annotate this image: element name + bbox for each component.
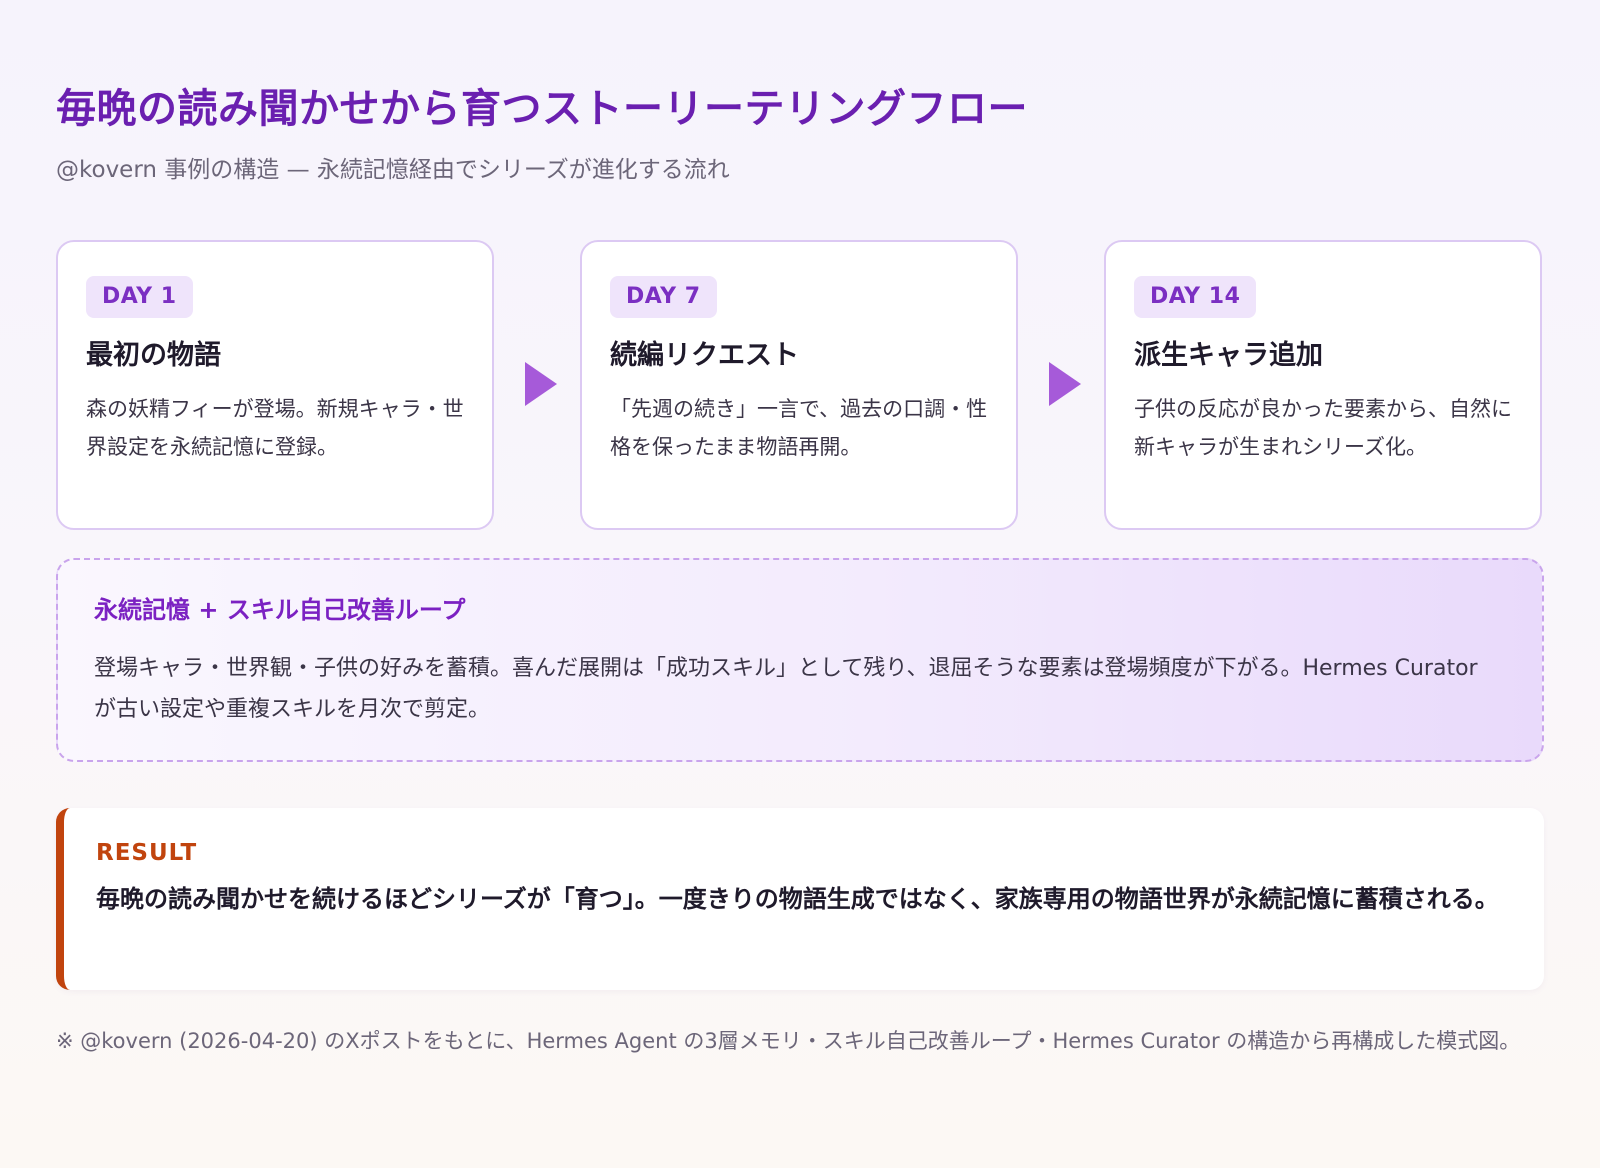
loop-title: 永続記憶 + スキル自己改善ループ xyxy=(94,596,466,624)
result-panel: RESULT 毎晩の読み聞かせを続けるほどシリーズが「育つ」。一度きりの物語生成… xyxy=(56,808,1544,990)
step-title: 派生キャラ追加 xyxy=(1134,340,1323,371)
result-label: RESULT xyxy=(96,840,198,866)
page-title: 毎晩の読み聞かせから育つストーリーテリングフロー xyxy=(56,86,1028,132)
loop-description: 登場キャラ・世界観・子供の好みを蓄積。喜んだ展開は「成功スキル」として残り、退屈… xyxy=(94,656,1478,722)
step-card-day-14: DAY 14 派生キャラ追加 子供の反応が良かった要素から、自然に新キャラが生ま… xyxy=(1104,240,1542,530)
memory-loop-panel: 永続記憶 + スキル自己改善ループ 登場キャラ・世界観・子供の好みを蓄積。喜んだ… xyxy=(56,558,1544,762)
step-card-day-1: DAY 1 最初の物語 森の妖精フィーが登場。新規キャラ・世界設定を永続記憶に登… xyxy=(56,240,494,530)
footnote: ※ @kovern (2026-04-20) のXポストをもとに、Hermes … xyxy=(56,1029,1521,1053)
page-subtitle: @kovern 事例の構造 — 永続記憶経由でシリーズが進化する流れ xyxy=(56,157,730,183)
day-badge: DAY 14 xyxy=(1134,276,1257,318)
arrow-right-icon xyxy=(525,362,557,406)
step-description: 「先週の続き」一言で、過去の口調・性格を保ったまま物語再開。 xyxy=(610,397,988,459)
step-description: 森の妖精フィーが登場。新規キャラ・世界設定を永続記憶に登録。 xyxy=(86,397,464,459)
step-description: 子供の反応が良かった要素から、自然に新キャラが生まれシリーズ化。 xyxy=(1134,397,1512,459)
day-badge: DAY 7 xyxy=(610,276,717,318)
step-title: 続編リクエスト xyxy=(610,340,799,371)
step-title: 最初の物語 xyxy=(86,340,221,371)
result-text: 毎晩の読み聞かせを続けるほどシリーズが「育つ」。一度きりの物語生成ではなく、家族… xyxy=(96,885,1499,913)
step-card-day-7: DAY 7 続編リクエスト 「先週の続き」一言で、過去の口調・性格を保ったまま物… xyxy=(580,240,1018,530)
day-badge: DAY 1 xyxy=(86,276,193,318)
flow-steps: DAY 1 最初の物語 森の妖精フィーが登場。新規キャラ・世界設定を永続記憶に登… xyxy=(56,240,1544,530)
arrow-right-icon xyxy=(1049,362,1081,406)
